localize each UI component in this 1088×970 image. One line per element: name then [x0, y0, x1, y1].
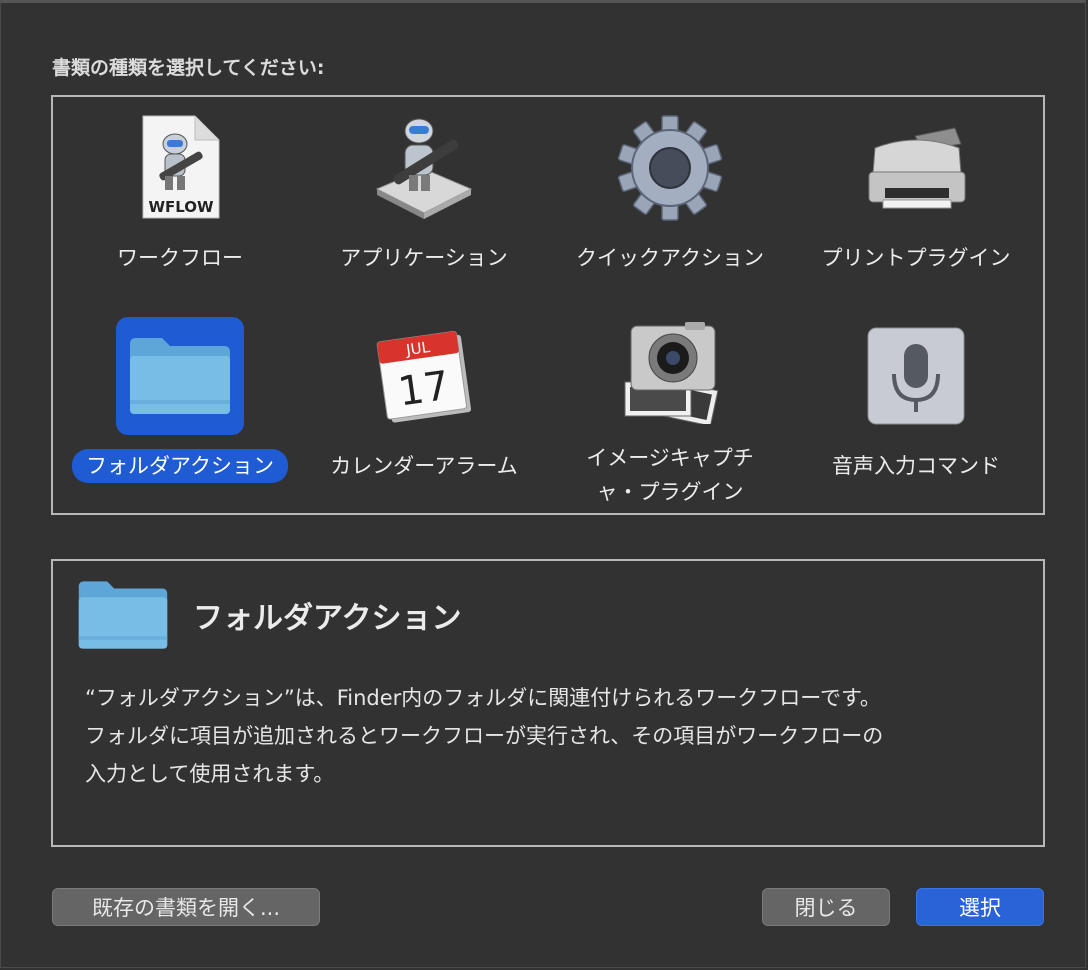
- new-document-dialog: 書類の種類を選択してください: WFLOW ワークフロー アプリケーション クイ…: [0, 0, 1086, 968]
- automator-robot-icon: [375, 118, 473, 219]
- type-label: ワークフロー: [117, 246, 243, 270]
- type-tile-dictation-command[interactable]: 音声入力コマンド: [793, 309, 1039, 509]
- type-label: アプリケーション: [340, 246, 508, 270]
- type-label: 音声入力コマンド: [832, 454, 1000, 478]
- type-tile-quick-action[interactable]: クイックアクション: [547, 101, 793, 301]
- folder-icon: [78, 581, 168, 649]
- dialog-prompt: 書類の種類を選択してください:: [52, 57, 325, 79]
- type-tile-print-plugin[interactable]: プリントプラグイン: [793, 101, 1039, 301]
- type-tile-calendar-alarm[interactable]: JUL 17 カレンダーアラーム: [301, 309, 547, 509]
- description-panel: フォルダアクション “フォルダアクション”は、Finder内のフォルダに関連付け…: [51, 559, 1045, 847]
- type-label: カレンダーアラーム: [330, 454, 518, 478]
- gear-icon: [617, 115, 723, 221]
- description-title: フォルダアクション: [193, 601, 462, 636]
- image-capture-camera-icon: [624, 322, 719, 424]
- type-label: フォルダアクション: [72, 449, 288, 483]
- calendar-day: 17: [395, 363, 452, 416]
- microphone-icon: [867, 327, 965, 425]
- workflow-document-icon: WFLOW: [142, 115, 220, 219]
- calendar-month: JUL: [404, 338, 432, 359]
- type-label: イメージキャプチャ・プラグイン: [586, 446, 754, 504]
- choose-button[interactable]: 選択: [916, 888, 1044, 926]
- type-tile-application[interactable]: アプリケーション: [301, 101, 547, 301]
- document-type-grid: WFLOW ワークフロー アプリケーション クイックアクション プリントプラグイ…: [51, 95, 1045, 515]
- close-button[interactable]: 閉じる: [762, 888, 890, 926]
- type-tile-image-capture-plugin[interactable]: イメージキャプチャ・プラグイン: [547, 309, 793, 509]
- folder-icon: [130, 338, 230, 414]
- type-label: クイックアクション: [576, 246, 764, 270]
- workflow-icon-text: WFLOW: [148, 198, 214, 216]
- description-text: “フォルダアクション”は、Finder内のフォルダに関連付けられるワークフローで…: [85, 686, 884, 786]
- calendar-icon: JUL 17: [376, 330, 472, 423]
- type-label: プリントプラグイン: [821, 246, 1011, 270]
- open-existing-document-button[interactable]: 既存の書類を開く...: [52, 888, 320, 926]
- type-tile-folder-action[interactable]: フォルダアクション: [57, 309, 303, 509]
- printer-icon: [868, 127, 966, 209]
- type-tile-workflow[interactable]: WFLOW ワークフロー: [57, 101, 303, 301]
